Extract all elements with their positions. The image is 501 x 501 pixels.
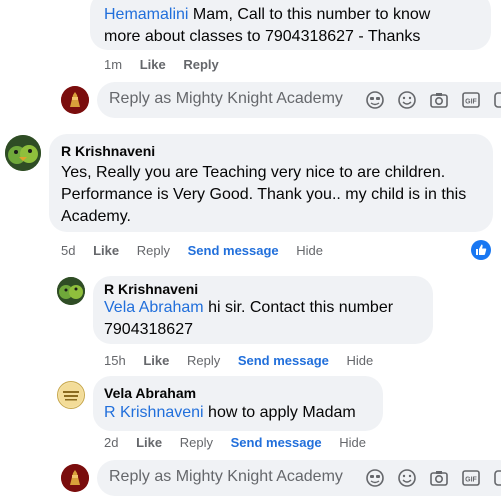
camera-icon[interactable] bbox=[429, 90, 449, 110]
reply-author[interactable]: R Krishnaveni bbox=[104, 281, 198, 297]
page-avatar bbox=[61, 464, 89, 492]
hide-button[interactable]: Hide bbox=[339, 435, 366, 450]
reply-placeholder: Reply as Mighty Knight Academy bbox=[109, 468, 343, 485]
reply-text-part: hi sir. Contact this number bbox=[203, 299, 394, 316]
timestamp[interactable]: 5d bbox=[61, 243, 75, 258]
comment-bubble: R Krishnaveni Yes, Really you are Teachi… bbox=[49, 134, 493, 232]
reply-text-part: 7904318627 bbox=[104, 321, 193, 338]
reply-bubble: Vela Abraham R Krishnaveni how to apply … bbox=[93, 376, 383, 431]
reply-bubble: R Krishnaveni Vela Abraham hi sir. Conta… bbox=[93, 276, 433, 344]
timestamp[interactable]: 1m bbox=[104, 57, 122, 72]
avatar-sticker-icon[interactable] bbox=[365, 90, 385, 110]
reply-button[interactable]: Reply bbox=[183, 57, 218, 72]
gif-icon[interactable]: GIF bbox=[461, 90, 481, 110]
reply-input[interactable]: Reply as Mighty Knight Academy GIF bbox=[97, 460, 501, 496]
send-message-button[interactable]: Send message bbox=[188, 243, 279, 258]
comment-text-part: more about classes to 7904318627 - Thank… bbox=[104, 28, 421, 45]
svg-text:GIF: GIF bbox=[465, 477, 477, 484]
emoji-icon[interactable] bbox=[397, 90, 417, 110]
reply-input[interactable]: Reply as Mighty Knight Academy GIF bbox=[97, 82, 501, 118]
hide-button[interactable]: Hide bbox=[347, 353, 374, 368]
like-button[interactable]: Like bbox=[140, 57, 166, 72]
mention-link[interactable]: Hemamalini bbox=[104, 6, 188, 23]
comment-line: Yes, Really you are Teaching very nice t… bbox=[61, 164, 446, 181]
page-avatar bbox=[61, 86, 89, 114]
comment-actions: 1m Like Reply bbox=[104, 57, 233, 72]
reply-text: R Krishnaveni how to apply Madam bbox=[104, 402, 384, 424]
reply-text: Vela Abraham hi sir. Contact this number… bbox=[104, 297, 424, 341]
reply-text-part: how to apply Madam bbox=[203, 404, 356, 421]
emoji-icon[interactable] bbox=[397, 468, 417, 488]
avatar[interactable] bbox=[57, 381, 85, 409]
send-message-button[interactable]: Send message bbox=[238, 353, 329, 368]
comment-author[interactable]: R Krishnaveni bbox=[61, 143, 155, 159]
hide-button[interactable]: Hide bbox=[296, 243, 323, 258]
reply-actions: 2d Like Reply Send message Hide bbox=[104, 435, 380, 450]
reply-button[interactable]: Reply bbox=[137, 243, 170, 258]
avatar[interactable] bbox=[57, 277, 85, 305]
gif-icon[interactable]: GIF bbox=[461, 468, 481, 488]
reply-actions: 15h Like Reply Send message Hide bbox=[104, 353, 387, 368]
comment-bubble-top: Hemamalini Mam, Call to this number to k… bbox=[90, 0, 491, 50]
timestamp[interactable]: 2d bbox=[104, 435, 118, 450]
sticker-icon[interactable] bbox=[493, 90, 501, 110]
comment-line: Academy. bbox=[61, 208, 131, 225]
sticker-icon[interactable] bbox=[493, 468, 501, 488]
timestamp[interactable]: 15h bbox=[104, 353, 126, 368]
svg-text:GIF: GIF bbox=[465, 99, 477, 106]
like-button[interactable]: Like bbox=[136, 435, 162, 450]
comment-text: Hemamalini Mam, Call to this number to k… bbox=[104, 4, 484, 48]
comment-text: Yes, Really you are Teaching very nice t… bbox=[61, 162, 491, 228]
mention-link[interactable]: Vela Abraham bbox=[104, 299, 204, 316]
avatar-sticker-icon[interactable] bbox=[365, 468, 385, 488]
reply-placeholder: Reply as Mighty Knight Academy bbox=[109, 90, 343, 107]
send-message-button[interactable]: Send message bbox=[231, 435, 322, 450]
reply-button[interactable]: Reply bbox=[180, 435, 213, 450]
like-button[interactable]: Like bbox=[93, 243, 119, 258]
comment-actions: 5d Like Reply Send message Hide bbox=[61, 243, 337, 258]
comment-text-part: Mam, Call to this number to know bbox=[188, 6, 431, 23]
mention-link[interactable]: R Krishnaveni bbox=[104, 404, 204, 421]
like-button[interactable]: Like bbox=[143, 353, 169, 368]
reply-button[interactable]: Reply bbox=[187, 353, 220, 368]
camera-icon[interactable] bbox=[429, 468, 449, 488]
like-reaction-icon[interactable] bbox=[471, 240, 491, 260]
comment-line: Performance is Very Good. Thank you.. my… bbox=[61, 186, 467, 203]
reply-author[interactable]: Vela Abraham bbox=[104, 385, 196, 401]
avatar[interactable] bbox=[5, 135, 41, 171]
